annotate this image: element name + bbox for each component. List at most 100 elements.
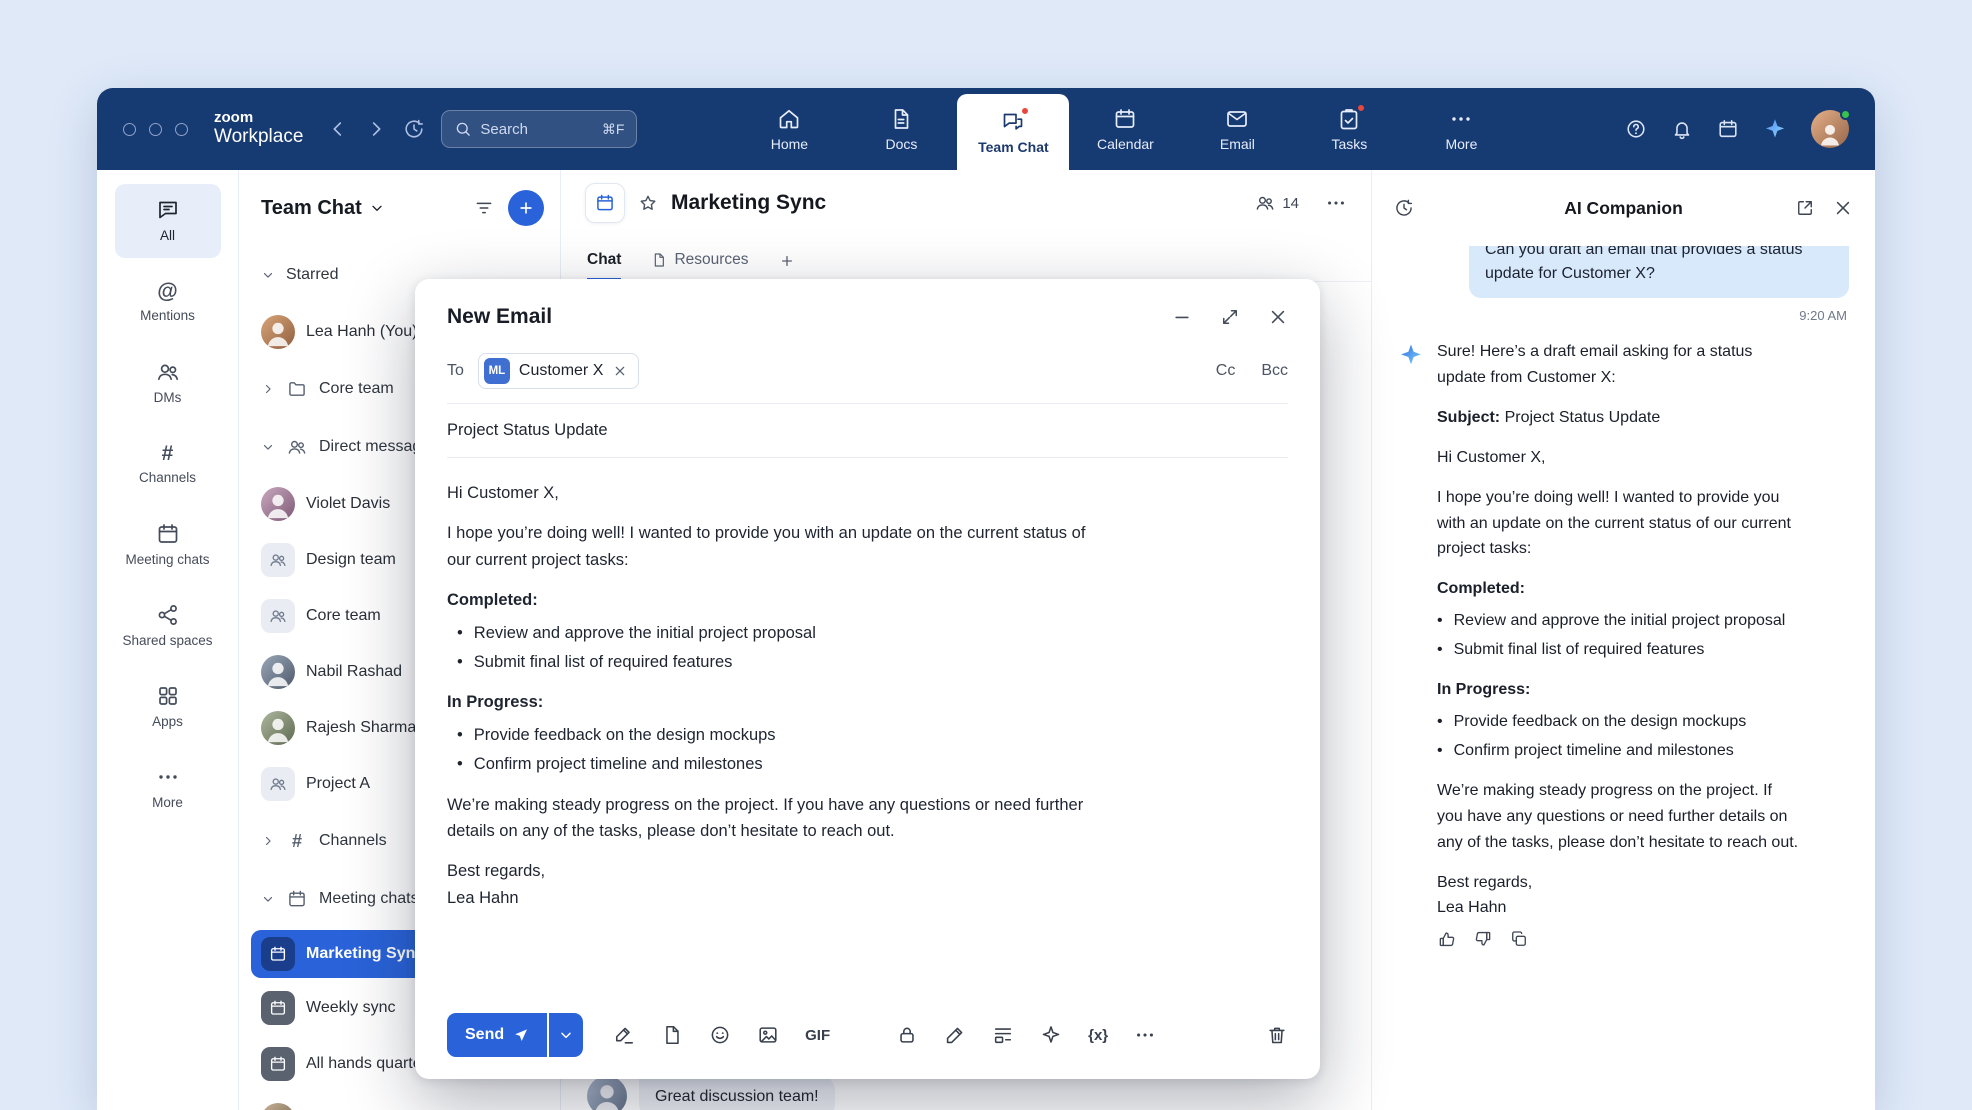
chat-tabs: Chat Resources bbox=[561, 236, 1371, 282]
ai-open-external-icon[interactable] bbox=[1795, 198, 1815, 218]
ai-history-icon[interactable] bbox=[1394, 198, 1414, 218]
nav-label: Email bbox=[1220, 136, 1255, 152]
close-icon[interactable] bbox=[1268, 307, 1288, 327]
toolbar-more-icon[interactable] bbox=[1134, 1024, 1156, 1046]
rail-item-mentions[interactable]: @ Mentions bbox=[115, 265, 221, 339]
gif-icon[interactable]: GIF bbox=[805, 1027, 830, 1044]
nav-calendar[interactable]: Calendar bbox=[1069, 88, 1181, 170]
back-icon[interactable] bbox=[327, 118, 349, 140]
cc-button[interactable]: Cc bbox=[1216, 362, 1236, 380]
nav-tasks[interactable]: Tasks bbox=[1293, 88, 1405, 170]
window-minimize-button[interactable] bbox=[149, 123, 162, 136]
topbar-left: zoom Workplace ⌘F bbox=[123, 88, 637, 170]
nav-home[interactable]: Home bbox=[733, 88, 845, 170]
email-greeting: Hi Customer X, bbox=[447, 480, 1097, 506]
bcc-button[interactable]: Bcc bbox=[1261, 362, 1288, 380]
docs-icon bbox=[889, 107, 913, 131]
nav-team-chat[interactable]: Team Chat bbox=[957, 94, 1069, 170]
window-close-button[interactable] bbox=[123, 123, 136, 136]
chevron-right-icon bbox=[261, 381, 275, 397]
tasks-icon bbox=[1337, 107, 1361, 131]
image-icon[interactable] bbox=[757, 1024, 779, 1046]
emoji-icon[interactable] bbox=[709, 1024, 731, 1046]
list-item-label: Nabil Rashad bbox=[306, 663, 402, 681]
email-intro: I hope you’re doing well! I wanted to pr… bbox=[447, 520, 1097, 573]
attach-document-icon[interactable] bbox=[661, 1024, 683, 1046]
window-zoom-button[interactable] bbox=[175, 123, 188, 136]
code-variables-icon[interactable]: {x} bbox=[1088, 1027, 1108, 1044]
recipient-name: Customer X bbox=[519, 362, 603, 380]
ai-subject-label: Subject: bbox=[1437, 409, 1500, 426]
copy-icon[interactable] bbox=[1509, 929, 1529, 949]
rail-label: Shared spaces bbox=[122, 633, 212, 649]
chat-more-icon[interactable] bbox=[1325, 192, 1347, 214]
more-dots-icon bbox=[156, 765, 180, 789]
list-item-lea-rajesh-11[interactable]: Lea/Rajesh 1:1 bbox=[239, 1092, 560, 1110]
help-icon[interactable] bbox=[1625, 118, 1647, 140]
thumbs-up-icon[interactable] bbox=[1437, 929, 1457, 949]
to-field[interactable]: To ML Customer X Cc Bcc bbox=[415, 345, 1320, 403]
thumbs-down-icon[interactable] bbox=[1473, 929, 1493, 949]
edit-pencil-icon[interactable] bbox=[944, 1024, 966, 1046]
ai-compose-sparkle-icon[interactable] bbox=[1040, 1024, 1062, 1046]
star-icon[interactable] bbox=[638, 193, 658, 213]
ai-completed-heading: Completed: bbox=[1437, 576, 1801, 602]
members-count[interactable]: 14 bbox=[1255, 193, 1299, 213]
expand-icon[interactable] bbox=[1220, 307, 1240, 327]
rail-item-all[interactable]: All bbox=[115, 184, 221, 258]
team-chat-title-dropdown[interactable]: Team Chat bbox=[261, 197, 385, 220]
tab-chat[interactable]: Chat bbox=[587, 251, 621, 281]
calendar-tray-icon[interactable] bbox=[1717, 118, 1739, 140]
modal-header: New Email bbox=[415, 279, 1320, 345]
calendar-icon bbox=[1113, 107, 1137, 131]
lock-icon[interactable] bbox=[896, 1024, 918, 1046]
nav-more[interactable]: More bbox=[1405, 88, 1517, 170]
minimize-icon[interactable] bbox=[1172, 307, 1192, 327]
recipient-chip[interactable]: ML Customer X bbox=[478, 353, 639, 389]
rail-item-dms[interactable]: DMs bbox=[115, 346, 221, 420]
team-chat-icon bbox=[1001, 110, 1025, 134]
send-options-dropdown[interactable] bbox=[549, 1013, 583, 1057]
ai-conversation[interactable]: Can you draft an email that provides a s… bbox=[1372, 246, 1875, 1110]
ai-signoff: Best regards, bbox=[1437, 874, 1532, 891]
template-layout-icon[interactable] bbox=[992, 1024, 1014, 1046]
rail-item-more[interactable]: More bbox=[115, 751, 221, 825]
send-button[interactable]: Send bbox=[447, 1013, 547, 1057]
chevron-down-icon bbox=[261, 439, 275, 455]
subject-field[interactable]: Project Status Update bbox=[415, 404, 1320, 457]
nav-label: Team Chat bbox=[978, 139, 1049, 155]
forward-icon[interactable] bbox=[365, 118, 387, 140]
window-controls[interactable] bbox=[123, 123, 188, 136]
search-bar[interactable]: ⌘F bbox=[441, 110, 637, 148]
email-signature-block: Best regards,Lea Hahn bbox=[447, 858, 1097, 911]
topbar-nav: Home Docs Team Chat Calendar bbox=[733, 88, 1517, 170]
tab-resources[interactable]: Resources bbox=[651, 251, 748, 281]
history-icon[interactable] bbox=[403, 118, 425, 140]
ai-close-icon[interactable] bbox=[1833, 198, 1853, 218]
filter-icon[interactable] bbox=[474, 198, 494, 218]
tab-add-icon[interactable] bbox=[779, 253, 795, 281]
remove-recipient-icon[interactable] bbox=[612, 363, 628, 379]
email-body-editor[interactable]: Hi Customer X, I hope you’re doing well!… bbox=[415, 458, 1320, 911]
nav-email[interactable]: Email bbox=[1181, 88, 1293, 170]
new-chat-button[interactable] bbox=[508, 190, 544, 226]
nav-docs[interactable]: Docs bbox=[845, 88, 957, 170]
chat-list-header: Team Chat bbox=[239, 170, 560, 246]
nav-label: Docs bbox=[885, 136, 917, 152]
notifications-bell-icon[interactable] bbox=[1671, 118, 1693, 140]
rail-item-channels[interactable]: # Channels bbox=[115, 427, 221, 501]
rail-item-apps[interactable]: Apps bbox=[115, 670, 221, 744]
signature-icon[interactable] bbox=[613, 1024, 635, 1046]
ai-companion-topbar-icon[interactable] bbox=[1763, 117, 1787, 141]
rail-item-shared-spaces[interactable]: Shared spaces bbox=[115, 589, 221, 663]
list-item-label: Core team bbox=[306, 607, 381, 625]
chat-message[interactable]: Great discussion team! bbox=[587, 1076, 835, 1110]
avatar bbox=[587, 1076, 627, 1110]
rail-item-meeting-chats[interactable]: Meeting chats bbox=[115, 508, 221, 582]
user-avatar[interactable] bbox=[1811, 110, 1849, 148]
avatar bbox=[261, 711, 295, 745]
trash-icon[interactable] bbox=[1266, 1024, 1288, 1046]
meeting-chat-badge-icon[interactable] bbox=[585, 183, 625, 223]
search-input[interactable] bbox=[480, 121, 593, 138]
ai-user-message: Can you draft an email that provides a s… bbox=[1469, 246, 1849, 298]
